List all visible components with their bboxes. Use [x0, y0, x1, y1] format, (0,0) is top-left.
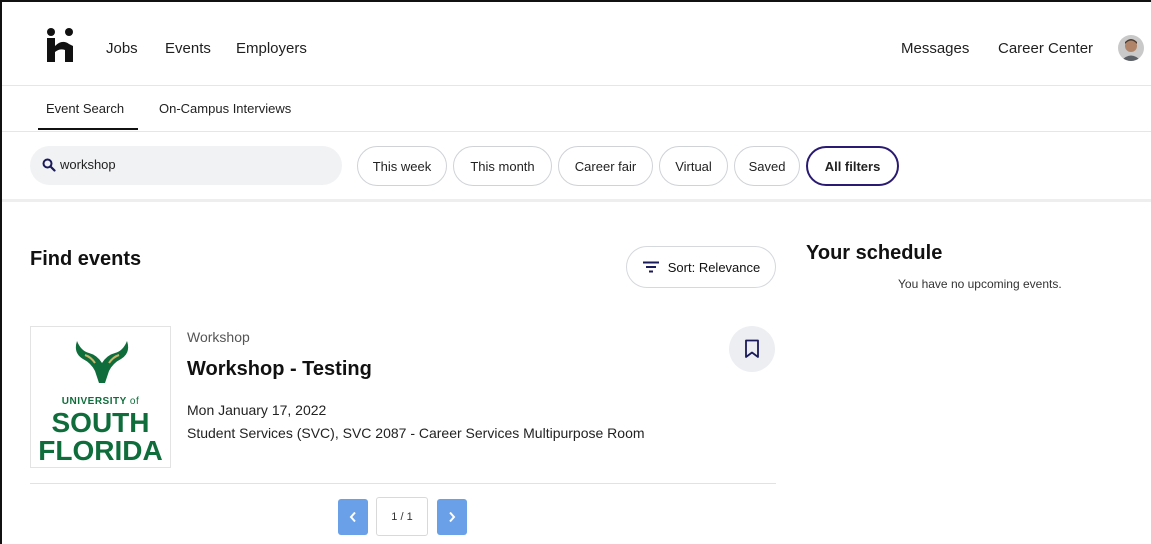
- chip-virtual[interactable]: Virtual: [659, 146, 728, 186]
- bull-horns-icon: [75, 341, 129, 383]
- page-title: Find events: [30, 248, 142, 270]
- handshake-logo-icon[interactable]: [46, 28, 78, 62]
- nav-link-messages[interactable]: Messages: [901, 40, 969, 57]
- event-category: Workshop: [187, 329, 250, 345]
- tab-on-campus-interviews[interactable]: On-Campus Interviews: [159, 101, 291, 116]
- schedule-empty-message: You have no upcoming events.: [898, 277, 1062, 291]
- nav-link-events[interactable]: Events: [165, 40, 211, 57]
- next-page-button[interactable]: [437, 499, 467, 535]
- nav-link-employers[interactable]: Employers: [236, 40, 307, 57]
- logo-line-south: SOUTH: [51, 407, 150, 438]
- list-divider: [30, 483, 776, 484]
- active-tab-indicator: [38, 128, 138, 130]
- event-location: Student Services (SVC), SVC 2087 - Caree…: [187, 425, 645, 441]
- sort-icon: [642, 261, 659, 273]
- sub-tabs: Event Search On-Campus Interviews: [2, 86, 1151, 132]
- nav-link-career-center[interactable]: Career Center: [998, 40, 1093, 57]
- search-box[interactable]: [30, 146, 342, 185]
- chip-this-week[interactable]: This week: [357, 146, 447, 186]
- event-title[interactable]: Workshop - Testing: [187, 358, 372, 381]
- bookmark-button[interactable]: [729, 326, 775, 372]
- page-indicator: 1 / 1: [376, 497, 428, 536]
- all-filters-button[interactable]: All filters: [806, 146, 899, 186]
- search-input[interactable]: [60, 157, 320, 172]
- sort-button[interactable]: Sort: Relevance: [626, 246, 776, 288]
- chip-saved[interactable]: Saved: [734, 146, 800, 186]
- schedule-title: Your schedule: [806, 242, 943, 264]
- search-icon: [42, 158, 56, 172]
- logo-line-florida: FLORIDA: [38, 435, 163, 466]
- chevron-right-icon: [449, 511, 456, 523]
- chip-this-month[interactable]: This month: [453, 146, 552, 186]
- chip-career-fair[interactable]: Career fair: [558, 146, 653, 186]
- previous-page-button[interactable]: [338, 499, 368, 535]
- event-organizer-logo[interactable]: UNIVERSITY of SOUTH FLORIDA: [30, 326, 171, 468]
- sort-label: Sort: Relevance: [667, 259, 761, 275]
- event-date: Mon January 17, 2022: [187, 402, 327, 418]
- logo-line-university: UNIVERSITY of: [61, 396, 140, 407]
- tab-event-search[interactable]: Event Search: [46, 101, 124, 116]
- top-navigation: Jobs Events Employers Messages Career Ce…: [2, 2, 1151, 86]
- chevron-left-icon: [349, 511, 356, 523]
- filter-bar: This week This month Career fair Virtual…: [2, 132, 1151, 202]
- avatar[interactable]: [1118, 35, 1144, 61]
- bookmark-icon: [745, 339, 759, 358]
- nav-link-jobs[interactable]: Jobs: [106, 40, 138, 57]
